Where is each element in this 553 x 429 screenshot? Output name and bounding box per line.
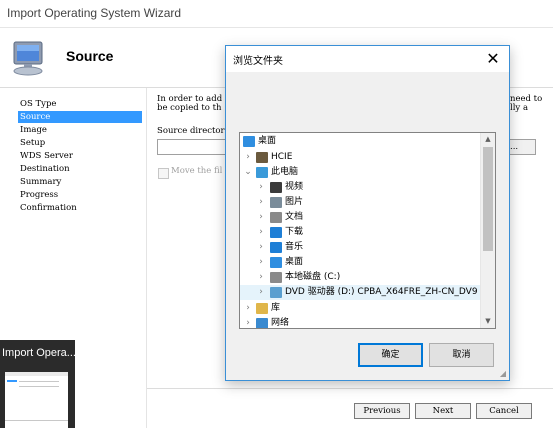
thumbnail-preview — [5, 372, 68, 428]
tree-item-label: 本地磁盘 (C:) — [285, 272, 341, 282]
chevron-right-icon[interactable]: › — [256, 225, 266, 240]
browse-folder-dialog: 浏览文件夹 ✕ 桌面 › HCIE ⌄ 此电脑 › 视频 › 图片 › 文档 ›… — [225, 45, 510, 381]
dialog-titlebar: 浏览文件夹 ✕ — [226, 46, 509, 72]
download-icon — [270, 227, 282, 238]
wizard-titlebar: Import Operating System Wizard — [0, 0, 553, 28]
tree-item-label: 库 — [271, 303, 281, 313]
chevron-right-icon[interactable]: › — [256, 195, 266, 210]
intro-text-right2: lly a — [510, 103, 529, 113]
tree-item-label: 下载 — [285, 227, 304, 237]
resize-grip-icon[interactable]: ◢ — [500, 369, 506, 378]
tree-item-desktop-root[interactable]: 桌面 — [240, 134, 480, 149]
desktop-icon — [243, 136, 255, 147]
chevron-right-icon[interactable]: › — [256, 270, 266, 285]
folder-tree[interactable]: 桌面 › HCIE ⌄ 此电脑 › 视频 › 图片 › 文档 › 下载 › 音乐… — [239, 132, 496, 329]
step-confirmation[interactable]: Confirmation — [18, 202, 142, 214]
page-title: Source — [66, 48, 114, 64]
scrollbar-thumb[interactable] — [483, 147, 493, 251]
tree-item-label: 文档 — [285, 212, 304, 222]
chevron-right-icon[interactable]: › — [256, 255, 266, 270]
move-files-checkbox[interactable] — [158, 168, 169, 179]
chevron-right-icon[interactable]: › — [256, 285, 266, 300]
library-icon — [256, 303, 268, 314]
desktop-icon — [270, 257, 282, 268]
previous-button[interactable]: Previous — [354, 403, 410, 419]
monitor-icon — [13, 41, 43, 76]
step-image[interactable]: Image — [18, 124, 142, 136]
drive-icon — [270, 272, 282, 283]
tree-item-downloads[interactable]: › 下载 — [240, 225, 480, 240]
folder-tree-items: 桌面 › HCIE ⌄ 此电脑 › 视频 › 图片 › 文档 › 下载 › 音乐… — [240, 133, 480, 328]
tree-item-this-pc[interactable]: ⌄ 此电脑 — [240, 165, 480, 180]
step-summary[interactable]: Summary — [18, 176, 142, 188]
tree-item-pictures[interactable]: › 图片 — [240, 195, 480, 210]
pictures-icon — [270, 197, 282, 208]
tree-item-label: DVD 驱动器 (D:) CPBA_X64FRE_ZH-CN_DV9 — [285, 287, 478, 297]
chevron-down-icon[interactable]: ⌄ — [243, 165, 253, 180]
network-icon — [256, 318, 268, 328]
tree-item-libraries[interactable]: › 库 — [240, 301, 480, 316]
step-setup[interactable]: Setup — [18, 137, 142, 149]
tree-item-desktop[interactable]: › 桌面 — [240, 255, 480, 270]
chevron-right-icon[interactable]: › — [243, 316, 253, 328]
tree-item-label: 桌面 — [258, 136, 277, 146]
tree-item-label: 音乐 — [285, 242, 304, 252]
tree-item-local-disk-c[interactable]: › 本地磁盘 (C:) — [240, 270, 480, 285]
documents-icon — [270, 212, 282, 223]
dvd-icon — [270, 287, 282, 298]
source-directory-input[interactable] — [157, 139, 229, 155]
thumbnail-title: Import Opera... — [2, 347, 76, 359]
cancel-button[interactable]: Cancel — [476, 403, 532, 419]
step-wds-server[interactable]: WDS Server — [18, 150, 142, 162]
step-source[interactable]: Source — [18, 111, 142, 123]
chevron-right-icon[interactable]: › — [243, 301, 253, 316]
tree-item-network[interactable]: › 网络 — [240, 316, 480, 328]
wizard-footer: Previous Next Cancel — [147, 388, 553, 429]
step-progress[interactable]: Progress — [18, 189, 142, 201]
close-icon[interactable]: ✕ — [483, 49, 503, 69]
tree-item-hcie[interactable]: › HCIE — [240, 150, 480, 165]
tree-item-label: 网络 — [271, 318, 290, 328]
dialog-cancel-button[interactable]: 取消 — [429, 343, 494, 367]
ok-button[interactable]: 确定 — [358, 343, 423, 367]
chevron-right-icon[interactable]: › — [256, 180, 266, 195]
tree-item-label: 桌面 — [285, 257, 304, 267]
dialog-title: 浏览文件夹 — [233, 56, 283, 67]
video-icon — [270, 182, 282, 193]
computer-icon — [256, 167, 268, 178]
tree-item-label: HCIE — [271, 152, 293, 162]
chevron-right-icon[interactable]: › — [256, 210, 266, 225]
next-button[interactable]: Next — [415, 403, 471, 419]
tree-item-label: 此电脑 — [271, 167, 299, 177]
source-directory-label: Source director — [157, 126, 225, 136]
tree-item-documents[interactable]: › 文档 — [240, 210, 480, 225]
tree-item-label: 视频 — [285, 182, 304, 192]
chevron-right-icon[interactable]: › — [256, 240, 266, 255]
user-icon — [256, 152, 268, 163]
intro-text-line2: be copied to th — [157, 103, 222, 113]
scroll-down-icon[interactable]: ▼ — [481, 315, 495, 328]
music-icon — [270, 242, 282, 253]
tree-item-videos[interactable]: › 视频 — [240, 180, 480, 195]
wizard-title: Import Operating System Wizard — [7, 6, 182, 20]
tree-scrollbar[interactable]: ▲ ▼ — [480, 133, 495, 328]
step-destination[interactable]: Destination — [18, 163, 142, 175]
chevron-right-icon[interactable]: › — [243, 150, 253, 165]
tree-item-label: 图片 — [285, 197, 304, 207]
scroll-up-icon[interactable]: ▲ — [481, 133, 495, 146]
taskbar-thumbnail[interactable]: Import Opera... — [0, 340, 76, 428]
move-files-label: Move the fil — [171, 166, 223, 176]
tree-item-dvd-drive-d[interactable]: › DVD 驱动器 (D:) CPBA_X64FRE_ZH-CN_DV9 — [240, 285, 480, 300]
tree-item-music[interactable]: › 音乐 — [240, 240, 480, 255]
step-os-type[interactable]: OS Type — [18, 98, 142, 110]
